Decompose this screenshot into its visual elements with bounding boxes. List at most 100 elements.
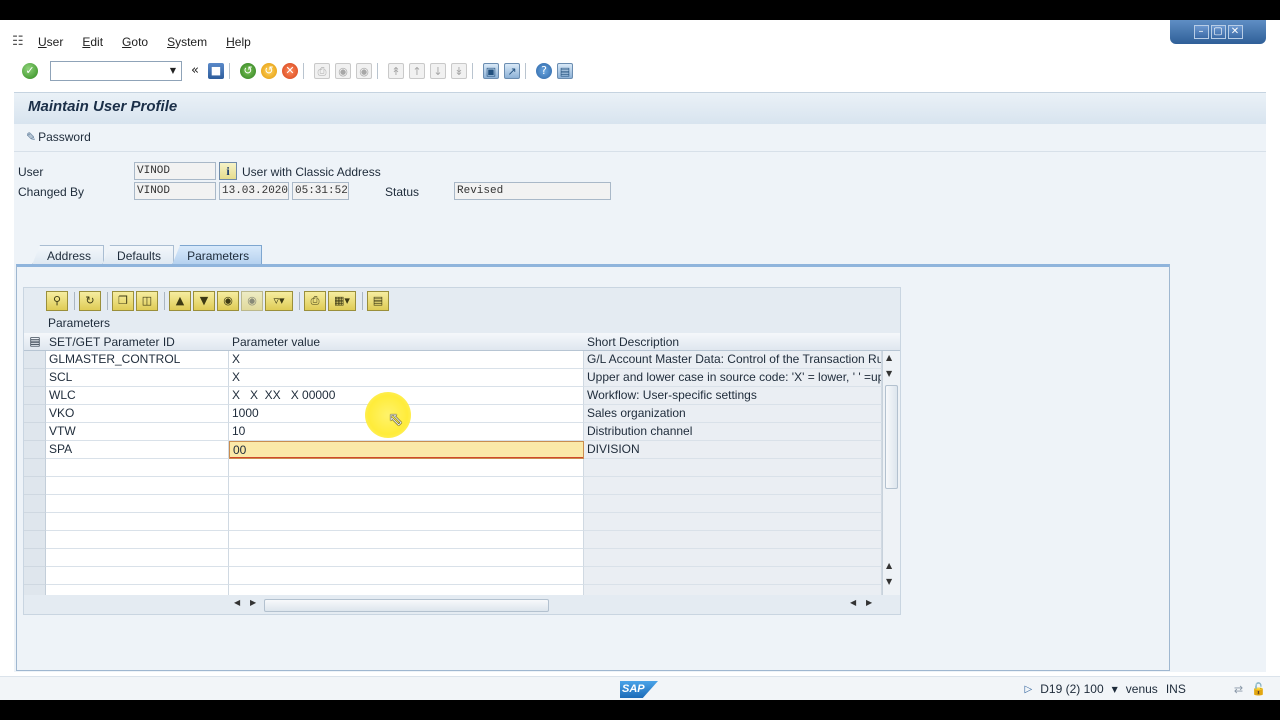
- restore-icon[interactable]: ▢: [1210, 25, 1226, 39]
- table-row[interactable]: [24, 549, 900, 567]
- scroll-up-icon[interactable]: ▲: [886, 353, 892, 362]
- scroll-right-icon[interactable]: ▶: [866, 598, 872, 607]
- row-selector[interactable]: [24, 405, 46, 423]
- parameter-value-cell[interactable]: [229, 459, 584, 477]
- scrollbar-thumb[interactable]: [885, 385, 898, 489]
- command-field[interactable]: ▼: [50, 61, 182, 81]
- column-header-short-description[interactable]: Short Description: [587, 335, 679, 349]
- row-selector[interactable]: [24, 477, 46, 495]
- next-page-icon[interactable]: ↓: [430, 63, 446, 79]
- find-next-icon[interactable]: ◉: [241, 291, 263, 311]
- table-row[interactable]: [24, 585, 900, 595]
- last-page-icon[interactable]: ↡: [451, 63, 467, 79]
- scroll-right-icon[interactable]: ▶: [250, 598, 256, 607]
- save-icon[interactable]: ■: [208, 63, 224, 79]
- first-page-icon[interactable]: ↟: [388, 63, 404, 79]
- help-icon[interactable]: ?: [536, 63, 552, 79]
- menu-user[interactable]: User: [38, 35, 63, 49]
- sort-ascending-icon[interactable]: ▲: [169, 291, 191, 311]
- scroll-left-icon[interactable]: ◀: [234, 598, 240, 607]
- parameter-value-cell[interactable]: [229, 477, 584, 495]
- table-row[interactable]: SCL X Upper and lower case in source code:…: [24, 369, 900, 387]
- row-selector[interactable]: [24, 351, 46, 369]
- row-selector[interactable]: [24, 495, 46, 513]
- cancel-icon[interactable]: ✕: [282, 63, 298, 79]
- new-session-icon[interactable]: ▣: [483, 63, 499, 79]
- parameter-value-cell[interactable]: 00: [229, 441, 584, 459]
- row-selector[interactable]: [24, 549, 46, 567]
- password-button[interactable]: ✎ Password: [26, 130, 91, 144]
- paste-icon[interactable]: ◫: [136, 291, 158, 311]
- row-selector[interactable]: [24, 513, 46, 531]
- find-icon[interactable]: ◉: [335, 63, 351, 79]
- close-icon[interactable]: ✕: [1227, 25, 1243, 39]
- row-selector[interactable]: [24, 387, 46, 405]
- layout-icon[interactable]: ▤: [367, 291, 389, 311]
- expand-status-icon[interactable]: ▷: [1025, 684, 1033, 695]
- exit-icon[interactable]: ↺: [261, 63, 277, 79]
- menu-edit[interactable]: Edit: [82, 35, 103, 49]
- table-row[interactable]: VKO 1000 Sales organization: [24, 405, 900, 423]
- table-row[interactable]: [24, 459, 900, 477]
- row-selector[interactable]: [24, 423, 46, 441]
- row-selector[interactable]: [24, 459, 46, 477]
- scroll-left-icon[interactable]: ◀: [850, 598, 856, 607]
- tab-parameters[interactable]: Parameters: [172, 245, 263, 265]
- find-icon[interactable]: ◉: [217, 291, 239, 311]
- chevron-down-icon[interactable]: ▼: [1112, 685, 1118, 694]
- layout-menu-icon[interactable]: ▤: [557, 63, 573, 79]
- input-mode[interactable]: INS: [1166, 682, 1186, 696]
- parameter-value-cell[interactable]: [229, 513, 584, 531]
- parameter-value-cell[interactable]: [229, 531, 584, 549]
- row-selector[interactable]: [24, 531, 46, 549]
- back-icon[interactable]: ↺: [240, 63, 256, 79]
- refresh-icon[interactable]: ↻: [79, 291, 101, 311]
- collapse-command-icon[interactable]: «: [187, 63, 203, 79]
- tab-address[interactable]: Address: [32, 245, 105, 265]
- vertical-scrollbar[interactable]: ▲ ▼ ▲ ▼: [882, 351, 900, 595]
- parameter-value-cell[interactable]: X: [229, 351, 584, 369]
- parameter-value-cell[interactable]: X: [229, 369, 584, 387]
- print-icon[interactable]: ⎙: [304, 291, 326, 311]
- row-selector[interactable]: [24, 369, 46, 387]
- table-row[interactable]: GLMASTER_CONTROL X G/L Account Master Data…: [24, 351, 900, 369]
- previous-page-icon[interactable]: ↑: [409, 63, 425, 79]
- filter-icon[interactable]: ▿▾: [265, 291, 293, 311]
- menu-help[interactable]: Help: [226, 35, 251, 49]
- column-header-parameter-id[interactable]: SET/GET Parameter ID: [49, 335, 175, 349]
- scroll-down-icon[interactable]: ▼: [886, 577, 892, 586]
- row-selector[interactable]: [24, 567, 46, 585]
- details-icon[interactable]: ⚲: [46, 291, 68, 311]
- enter-icon[interactable]: ✓: [22, 63, 38, 79]
- status-settings-icon[interactable]: ⇄: [1234, 683, 1243, 696]
- system-menu-icon[interactable]: ☷: [12, 35, 30, 49]
- column-header-parameter-value[interactable]: Parameter value: [232, 335, 320, 349]
- row-selector[interactable]: [24, 585, 46, 595]
- parameter-value-cell[interactable]: [229, 567, 584, 585]
- menu-goto[interactable]: Goto: [122, 35, 148, 49]
- minimize-icon[interactable]: –: [1193, 25, 1209, 39]
- table-row[interactable]: SPA 00 DIVISION: [24, 441, 900, 459]
- table-row[interactable]: VTW 10 Distribution channel: [24, 423, 900, 441]
- tab-defaults[interactable]: Defaults: [102, 245, 175, 265]
- select-all-icon[interactable]: ▤: [28, 335, 42, 348]
- scroll-down-icon[interactable]: ▼: [886, 369, 892, 378]
- views-icon[interactable]: ▦▾: [328, 291, 356, 311]
- find-next-icon[interactable]: ◉: [356, 63, 372, 79]
- table-row[interactable]: WLC X X XX X 00000 Workflow: User-specific…: [24, 387, 900, 405]
- table-row[interactable]: [24, 477, 900, 495]
- table-row[interactable]: [24, 495, 900, 513]
- parameter-value-cell[interactable]: [229, 549, 584, 567]
- print-icon[interactable]: ⎙: [314, 63, 330, 79]
- sort-descending-icon[interactable]: ▼: [193, 291, 215, 311]
- scroll-up-icon[interactable]: ▲: [886, 561, 892, 570]
- menu-system[interactable]: System: [167, 35, 207, 49]
- shortcut-icon[interactable]: ↗: [504, 63, 520, 79]
- table-row[interactable]: [24, 567, 900, 585]
- copy-icon[interactable]: ❐: [112, 291, 134, 311]
- horizontal-scrollbar[interactable]: ◀ ▶ ◀ ▶: [24, 597, 900, 613]
- parameter-value-cell[interactable]: [229, 495, 584, 513]
- table-row[interactable]: [24, 513, 900, 531]
- lock-icon[interactable]: 🔓: [1251, 682, 1266, 696]
- chevron-down-icon[interactable]: ▼: [167, 63, 179, 79]
